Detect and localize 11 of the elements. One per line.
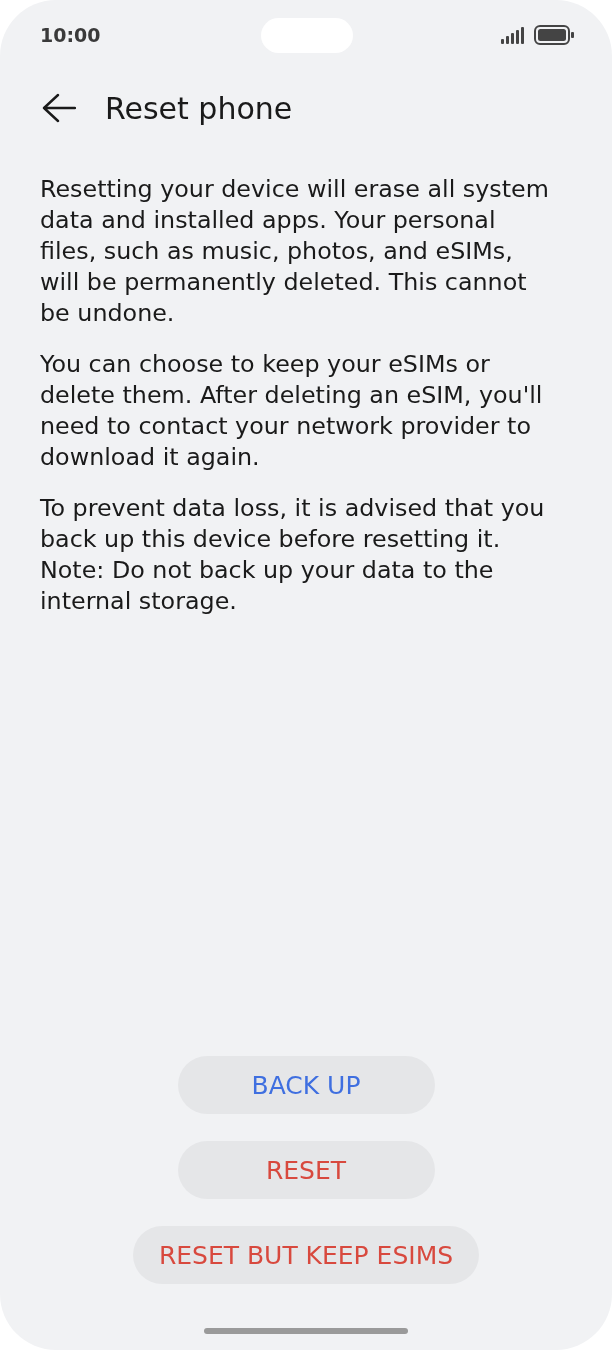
action-button[interactable]: RESET [177, 1141, 435, 1199]
battery-icon [534, 25, 574, 45]
action-button[interactable]: RESET BUT KEEP ESIMS [132, 1226, 480, 1284]
status-time: 10:00 [40, 24, 101, 46]
signal-icon [501, 26, 524, 44]
description-paragraph: You can choose to keep your eSIMs or delete them. After deleting an eSIM, you'll need to contact your network provider to download it again. [40, 349, 544, 473]
description-paragraph: Resetting your device will erase all system data and installed apps. Your personal files, such as music, photos, and eSIMs, will be permanently deleted. This cannot be undone. [40, 174, 550, 329]
description-paragraph: To prevent data loss, it is advised that you back up this device before resetting it. Note: Do not back up your data to the internal storage. [40, 493, 546, 617]
back-arrow-icon[interactable] [42, 93, 76, 123]
page-title: Reset phone [105, 90, 293, 126]
action-button[interactable]: BACK UP [177, 1056, 435, 1114]
